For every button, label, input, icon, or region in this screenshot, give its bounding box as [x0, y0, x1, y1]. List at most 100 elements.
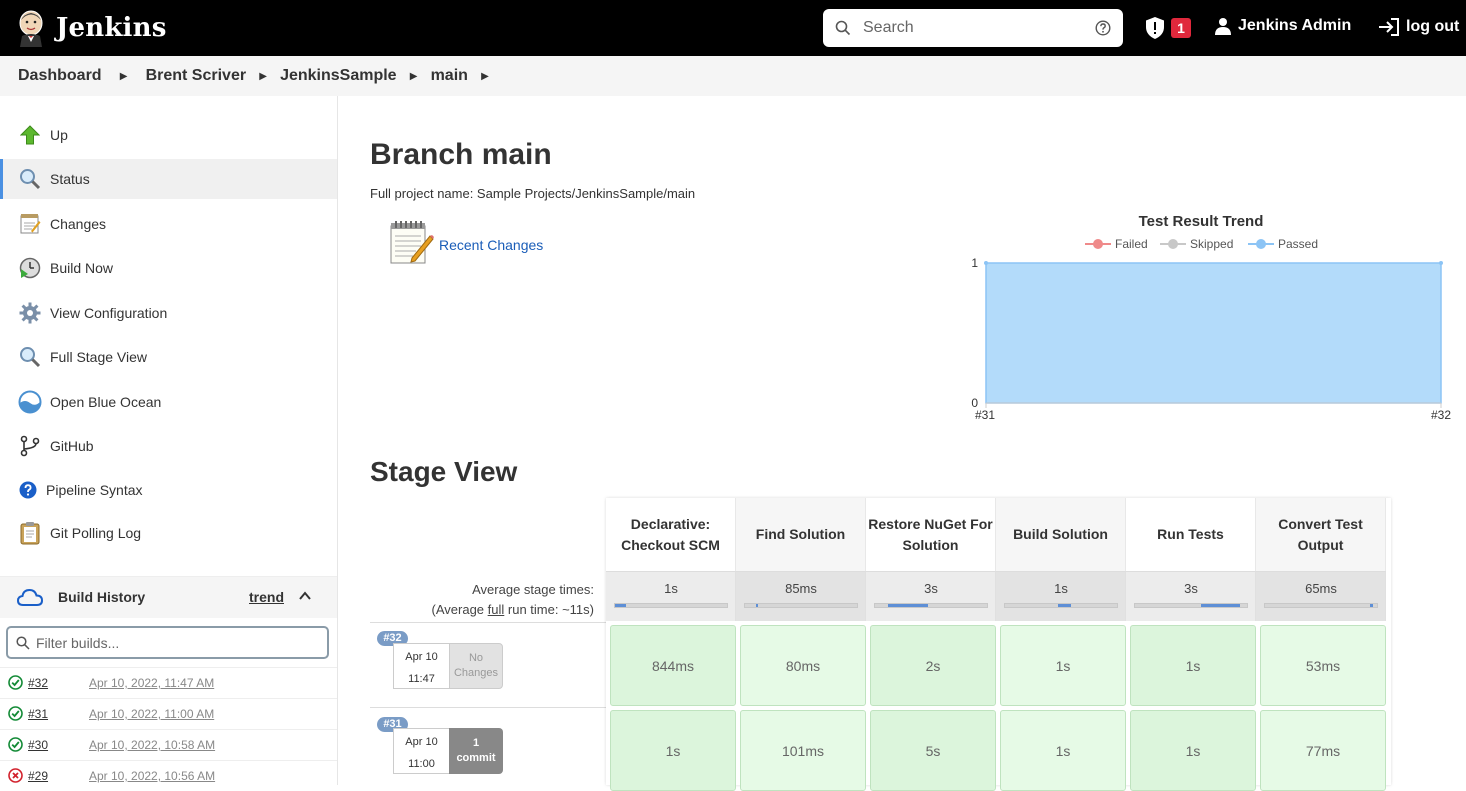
stage-avg-bar — [744, 603, 858, 608]
chevron-right-icon[interactable]: ▶ — [468, 71, 502, 82]
clipboard-icon — [18, 521, 42, 545]
run-date: Apr 10 11:00 — [393, 728, 449, 774]
stage-avg-cell: 3s — [866, 571, 996, 621]
logout-link[interactable]: log out — [1378, 17, 1459, 37]
search-box[interactable] — [823, 9, 1123, 47]
build-row[interactable]: #32 Apr 10, 2022, 11:47 AM — [0, 667, 337, 698]
x-tick-label: #32 — [1431, 408, 1451, 422]
build-history-title: Build History — [58, 589, 146, 605]
full-run-link[interactable]: full — [488, 602, 505, 617]
build-date-link[interactable]: Apr 10, 2022, 10:58 AM — [89, 738, 215, 752]
stage-avg-time: 85ms — [785, 581, 817, 596]
task-github[interactable]: GitHub — [0, 426, 337, 466]
breadcrumb-branch[interactable]: main — [431, 67, 468, 85]
search-help-icon[interactable] — [1095, 20, 1111, 36]
x-tick-label: #31 — [975, 408, 995, 422]
stage-view-title: Stage View — [370, 456, 518, 487]
stage-cell[interactable]: 5s — [870, 710, 996, 791]
task-pipeline-syntax[interactable]: Pipeline Syntax — [0, 470, 337, 510]
filter-builds-box[interactable] — [6, 626, 329, 659]
stage-cell[interactable]: 1s — [1000, 625, 1126, 706]
stage-cell[interactable]: 101ms — [740, 710, 866, 791]
success-status-icon — [8, 675, 23, 690]
gear-icon — [18, 301, 42, 325]
breadcrumb-dashboard[interactable]: Dashboard — [18, 67, 102, 85]
build-row[interactable]: #31 Apr 10, 2022, 11:00 AM — [0, 698, 337, 729]
legend-item-passed[interactable]: Passed — [1248, 237, 1318, 251]
task-status[interactable]: Status — [0, 159, 337, 199]
breadcrumb-project[interactable]: JenkinsSample — [280, 67, 397, 85]
user-name: Jenkins Admin — [1238, 17, 1352, 34]
stage-header: Restore NuGet For Solution — [866, 498, 996, 571]
build-date-link[interactable]: Apr 10, 2022, 11:00 AM — [89, 707, 214, 721]
page-title: Branch main — [370, 138, 552, 171]
chevron-up-icon[interactable] — [298, 589, 312, 603]
legend-label: Failed — [1115, 237, 1148, 251]
build-date-link[interactable]: Apr 10, 2022, 11:47 AM — [89, 676, 214, 690]
data-point-passed[interactable] — [984, 261, 988, 265]
task-label: Pipeline Syntax — [46, 482, 143, 498]
stage-cell[interactable]: 844ms — [610, 625, 736, 706]
chevron-right-icon[interactable]: ▶ — [102, 71, 146, 82]
build-number-link[interactable]: #31 — [28, 707, 48, 721]
magnifier-icon — [18, 345, 42, 369]
run-changes-commit[interactable]: 1 commit — [449, 728, 503, 774]
legend-label: Passed — [1278, 237, 1319, 251]
stage-cell[interactable]: 1s — [610, 710, 736, 791]
cloud-icon — [17, 588, 43, 606]
search-input[interactable] — [863, 17, 1083, 39]
stage-avg-time: 3s — [1184, 581, 1198, 596]
stage-avg-bar-fill — [1057, 604, 1072, 607]
jenkins-butler-icon — [19, 10, 43, 47]
run-date: Apr 10 11:47 — [393, 643, 449, 689]
stage-cell[interactable]: 77ms — [1260, 710, 1386, 791]
stage-cell[interactable]: 1s — [1130, 710, 1256, 791]
legend-swatch-skipped — [1160, 239, 1186, 249]
stage-avg-cell: 1s — [606, 571, 736, 621]
stage-cell[interactable]: 2s — [870, 625, 996, 706]
search-icon — [835, 20, 851, 36]
breadcrumb-folder[interactable]: Brent Scriver — [146, 67, 247, 85]
task-changes[interactable]: Changes — [0, 204, 337, 244]
task-open-blue-ocean[interactable]: Open Blue Ocean — [0, 382, 337, 422]
stage-cell[interactable]: 53ms — [1260, 625, 1386, 706]
stage-avg-cell: 65ms — [1256, 571, 1386, 621]
task-view-configuration[interactable]: View Configuration — [0, 293, 337, 333]
stage-cell[interactable]: 1s — [1130, 625, 1256, 706]
chevron-right-icon[interactable]: ▶ — [246, 71, 280, 82]
help-icon — [18, 478, 38, 502]
build-number-link[interactable]: #30 — [28, 738, 48, 752]
build-date-link[interactable]: Apr 10, 2022, 10:56 AM — [89, 769, 215, 783]
task-git-polling-log[interactable]: Git Polling Log — [0, 513, 337, 553]
stage-avg-cell: 3s — [1126, 571, 1256, 621]
filter-builds-input[interactable] — [36, 634, 316, 652]
success-status-icon — [8, 737, 23, 752]
task-label: View Configuration — [50, 305, 168, 321]
stage-avg-bar — [1134, 603, 1248, 608]
trend-link[interactable]: trend — [249, 589, 284, 605]
build-row[interactable]: #29 Apr 10, 2022, 10:56 AM — [0, 760, 337, 791]
test-result-trend-chart: 0 1 #31 #32 — [971, 256, 1451, 422]
data-point-passed[interactable] — [1439, 261, 1443, 265]
task-build-now[interactable]: Build Now — [0, 248, 337, 288]
chevron-right-icon[interactable]: ▶ — [397, 71, 431, 82]
stage-cell[interactable]: 1s — [1000, 710, 1126, 791]
failure-status-icon — [8, 768, 23, 783]
stage-avg-bar-fill — [1201, 604, 1241, 607]
recent-changes-link[interactable]: Recent Changes — [439, 237, 543, 253]
legend-item-failed[interactable]: Failed — [1085, 237, 1148, 251]
alert-count-badge[interactable]: 1 — [1171, 18, 1191, 38]
stage-cell[interactable]: 80ms — [740, 625, 866, 706]
security-shield-icon[interactable] — [1145, 16, 1165, 40]
build-number-link[interactable]: #29 — [28, 769, 48, 783]
stage-avg-bar — [874, 603, 988, 608]
stage-avg-bar-fill — [888, 604, 928, 607]
user-menu[interactable]: Jenkins Admin — [1214, 17, 1351, 35]
legend-item-skipped[interactable]: Skipped — [1160, 237, 1233, 251]
task-up[interactable]: Up — [0, 115, 337, 155]
build-row[interactable]: #30 Apr 10, 2022, 10:58 AM — [0, 729, 337, 760]
build-number-link[interactable]: #32 — [28, 676, 48, 690]
task-label: Git Polling Log — [50, 525, 142, 541]
task-full-stage-view[interactable]: Full Stage View — [0, 337, 337, 377]
jenkins-logo[interactable]: Jenkins — [16, 8, 167, 48]
